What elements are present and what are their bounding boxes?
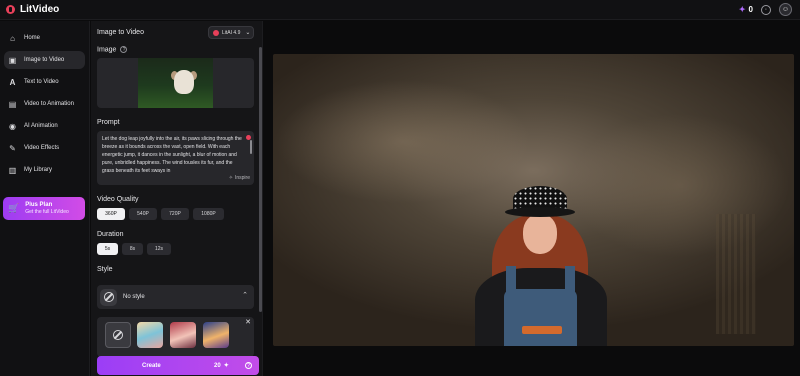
style-thumb[interactable] <box>170 322 196 348</box>
prompt-text: Let the dog leap joyfully into the air, … <box>102 136 242 174</box>
plus-plan-card[interactable]: 🛒 Plus Plan Get the full LitVideo <box>3 197 85 220</box>
prompt-label: Prompt <box>97 119 120 126</box>
settings-icon[interactable]: ◦ <box>761 4 771 15</box>
sidebar-item-label: Video to Animation <box>24 101 74 107</box>
ban-icon <box>103 292 114 302</box>
ai-icon: ◉ <box>9 121 16 131</box>
panel-title: Image to Video <box>97 29 144 36</box>
wand-icon: ✎ <box>9 143 16 153</box>
cart-icon: 🛒 <box>8 203 20 213</box>
selected-style: No style <box>123 294 145 300</box>
image-label-text: Image <box>97 46 117 54</box>
quality-option[interactable]: 1080P <box>193 208 224 220</box>
chevron-down-icon: ⌄ <box>245 30 251 36</box>
sidebar-item-video-effects[interactable]: ✎ Video Effects <box>4 139 85 157</box>
sparkle-icon: ✦ <box>223 363 229 369</box>
model-select[interactable]: LitAI 4.9 ⌄ <box>208 26 254 39</box>
video-preview[interactable] <box>273 54 794 346</box>
sidebar-item-label: AI Animation <box>24 123 58 129</box>
credits-display[interactable]: ✦ 0 <box>739 5 753 14</box>
user-avatar[interactable]: ☺ <box>779 3 792 16</box>
quality-option[interactable]: 720P <box>161 208 189 220</box>
sidebar-item-text-to-video[interactable]: A Text to Video <box>4 73 85 91</box>
sidebar-item-label: Video Effects <box>24 145 60 151</box>
style-thumb[interactable] <box>137 322 163 348</box>
duration-option[interactable]: 8s <box>122 243 143 255</box>
info-icon[interactable]: ? <box>245 362 252 369</box>
create-label: Create <box>142 362 161 369</box>
style-grid: ✕ <box>97 317 254 357</box>
sidebar-item-my-library[interactable]: ▥ My Library <box>4 161 85 179</box>
credits-count: 0 <box>748 5 753 14</box>
subject-overalls <box>504 289 577 346</box>
style-label: Style <box>97 266 113 273</box>
no-style-icon <box>100 288 117 306</box>
video-icon: ▤ <box>8 99 17 109</box>
quality-option[interactable]: 540P <box>129 208 157 220</box>
help-icon[interactable]: ? <box>120 46 128 53</box>
sidebar-item-label: Text to Video <box>24 79 59 85</box>
sidebar-item-ai-animation[interactable]: ◉ AI Animation <box>4 117 85 135</box>
image-icon: ▣ <box>8 55 17 65</box>
app-root: LitVideo ✦ 0 ◦ ☺ ⌂ Home ▣ Image to Video… <box>0 0 800 376</box>
image-upload-area[interactable] <box>97 58 254 108</box>
uploaded-image <box>138 58 213 108</box>
cost-value: 20 <box>214 362 221 369</box>
plus-plan-title: Plus Plan <box>25 202 53 208</box>
duration-options: 5s 8s 12s <box>97 243 171 255</box>
style-thumb-none[interactable] <box>105 322 131 348</box>
model-name: LitAI 4.9 <box>222 29 241 36</box>
model-logo-icon <box>213 29 219 36</box>
library-icon: ▥ <box>8 165 17 175</box>
text-icon: A <box>9 77 16 87</box>
logo-icon <box>6 5 15 14</box>
inspire-label: Inspire <box>234 175 250 181</box>
sidebar: ⌂ Home ▣ Image to Video A Text to Video … <box>0 21 90 376</box>
style-select[interactable]: No style ⌃ <box>97 285 254 309</box>
app-name: LitVideo <box>20 4 60 15</box>
sparkle-icon: ✦ <box>738 5 746 14</box>
create-cost: 20 ✦ <box>214 362 229 370</box>
subject-face <box>523 214 557 254</box>
sidebar-item-label: Image to Video <box>24 57 65 63</box>
plus-plan-text: Plus Plan Get the full LitVideo <box>25 202 69 215</box>
sidebar-item-home[interactable]: ⌂ Home <box>4 29 85 47</box>
video-quality-label: Video Quality <box>97 196 139 203</box>
image-label: Image? <box>97 46 128 54</box>
close-icon[interactable]: ✕ <box>245 318 251 326</box>
duration-label: Duration <box>97 231 124 238</box>
top-bar: LitVideo ✦ 0 ◦ ☺ <box>0 0 800 20</box>
background-building <box>716 214 756 334</box>
prompt-scrollbar[interactable] <box>250 140 252 154</box>
quality-options: 360P 540P 720P 1080P <box>97 208 224 220</box>
duration-option[interactable]: 12s <box>147 243 171 255</box>
chevron-up-icon: ⌃ <box>242 292 248 299</box>
duration-option[interactable]: 5s <box>97 243 118 255</box>
panel-scrollbar[interactable] <box>259 47 262 312</box>
lightbulb-icon: ✧ <box>228 175 233 181</box>
create-button[interactable]: Create 20 ✦ ? <box>97 356 259 375</box>
quality-option[interactable]: 360P <box>97 208 125 220</box>
top-right-controls: ✦ 0 ◦ ☺ <box>739 3 792 16</box>
dog-figure <box>174 70 194 94</box>
settings-panel: Image to Video LitAI 4.9 ⌄ Image? Prompt… <box>91 21 263 376</box>
sidebar-item-label: Home <box>24 35 41 41</box>
ban-icon <box>113 330 123 340</box>
plus-plan-subtitle: Get the full LitVideo <box>25 209 69 215</box>
style-thumb[interactable] <box>203 322 229 348</box>
prompt-textarea[interactable]: Let the dog leap joyfully into the air, … <box>97 131 254 185</box>
inspire-button[interactable]: ✧ Inspire <box>229 174 250 182</box>
overall-pocket <box>522 326 562 334</box>
sidebar-item-video-to-animation[interactable]: ▤ Video to Animation <box>4 95 85 113</box>
home-icon: ⌂ <box>10 33 15 43</box>
bucket-hat-brim <box>505 207 575 217</box>
sidebar-item-label: My Library <box>24 167 53 173</box>
sidebar-item-image-to-video[interactable]: ▣ Image to Video <box>4 51 85 69</box>
logo[interactable]: LitVideo <box>6 4 59 15</box>
